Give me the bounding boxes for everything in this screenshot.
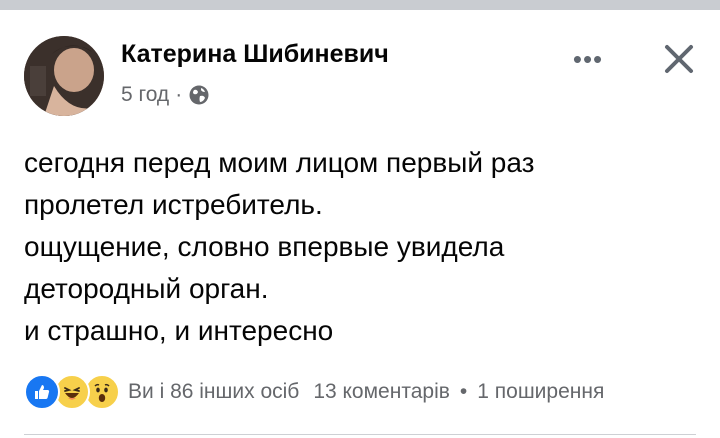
shares-count[interactable]: 1 поширення — [477, 380, 604, 404]
footer-separator: • — [459, 380, 468, 403]
post-meta: 5 год · — [121, 83, 210, 107]
post-text-line: сегодня перед моим лицом первый раз — [24, 147, 535, 178]
footer-divider — [24, 434, 696, 435]
post-footer: Ви і 86 інших осіб 13 коментарів • 1 пош… — [24, 372, 714, 412]
avatar-photo — [24, 36, 104, 116]
post-text-line: пролетел истребитель. — [24, 189, 323, 220]
comments-count[interactable]: 13 коментарів — [313, 380, 450, 404]
author-name[interactable]: Катерина Шибиневич — [121, 40, 389, 69]
like-reaction-icon — [24, 374, 60, 410]
reactors-text[interactable]: Ви і 86 інших осіб — [128, 380, 299, 404]
post-text-line: детородный орган. — [24, 273, 269, 304]
globe-icon — [188, 84, 210, 106]
close-icon[interactable] — [656, 36, 702, 82]
more-options-button[interactable]: ••• — [563, 44, 613, 74]
post-text-line: и страшно, и интересно — [24, 315, 334, 346]
post-text-line: ощущение, словно впервые увидела — [24, 231, 505, 262]
post-text: сегодня перед моим лицом первый раз прол… — [24, 142, 704, 352]
reactions-summary[interactable] — [24, 374, 120, 410]
meta-separator: · — [175, 83, 183, 106]
post-header: Катерина Шибиневич 5 год · ••• — [0, 10, 720, 120]
top-divider — [0, 0, 720, 10]
avatar[interactable] — [24, 36, 104, 116]
post-timestamp[interactable]: 5 год — [121, 83, 169, 107]
